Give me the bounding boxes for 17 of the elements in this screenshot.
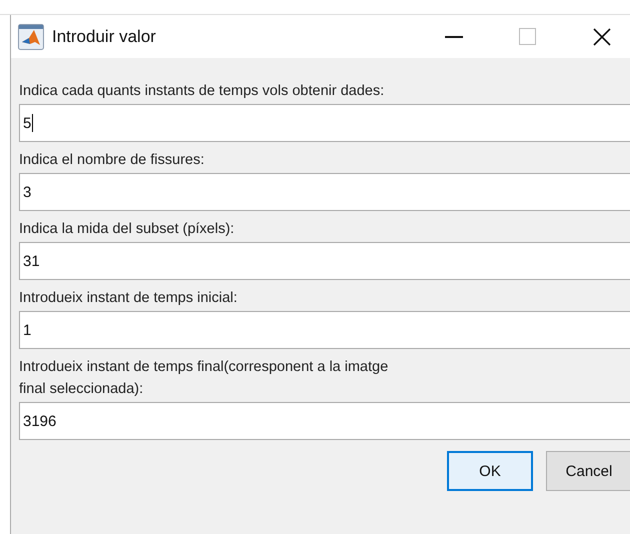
cancel-button[interactable]: Cancel xyxy=(546,451,630,491)
window-title: Introduir valor xyxy=(52,26,157,46)
field-label: Indica el nombre de fissures: xyxy=(19,151,206,170)
field-label: Indica cada quants instants de temps vols obtenir dades: xyxy=(19,82,386,101)
input-field[interactable]: 31 xyxy=(19,242,630,280)
input-field[interactable]: 3 xyxy=(19,173,630,211)
ok-button[interactable]: OK xyxy=(447,451,533,491)
app-logo-icon xyxy=(18,24,44,50)
field-label: Introdueix instant de temps final(corresponent a la imatge final seleccionada): xyxy=(19,358,390,399)
close-icon xyxy=(592,26,612,46)
field-label: Indica la mida del subset (píxels): xyxy=(19,220,236,239)
minimize-icon xyxy=(445,34,463,38)
input-field[interactable]: 3196 xyxy=(19,402,630,440)
field-label: Introdueix instant de temps inicial: xyxy=(19,289,238,308)
maximize-icon xyxy=(519,28,537,46)
input-field[interactable]: 1 xyxy=(19,311,630,349)
input-field[interactable]: 5 xyxy=(19,104,630,142)
